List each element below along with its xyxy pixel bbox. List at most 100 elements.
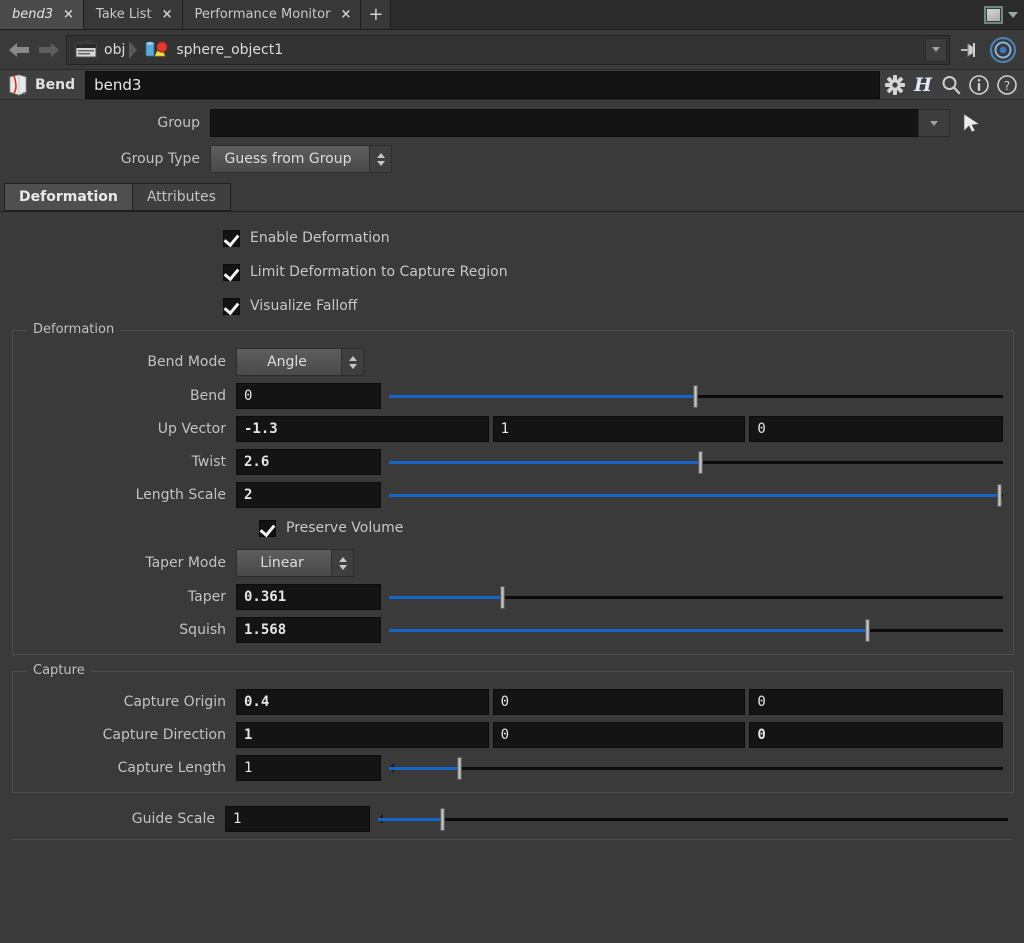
gear-icon[interactable]	[882, 72, 908, 98]
slider-handle[interactable]	[439, 808, 445, 831]
node-path-field[interactable]: obj sphere_object1	[66, 34, 950, 65]
breadcrumb-sphere-object1[interactable]: sphere_object1	[139, 37, 287, 63]
geometry-object-icon	[145, 40, 168, 56]
chevron-up-icon	[348, 355, 357, 361]
up-vector-x-value: -1.3	[244, 421, 278, 437]
group-input[interactable]	[210, 109, 950, 137]
twist-input[interactable]: 2.6	[236, 449, 381, 475]
squish-value: 1.568	[244, 622, 287, 638]
slider-handle[interactable]	[500, 586, 506, 609]
stepper-arrows[interactable]	[341, 349, 363, 375]
search-icon[interactable]	[938, 72, 964, 98]
capture-origin-x-input[interactable]: 0.4	[236, 689, 489, 715]
capture-direction-x-value: 1	[244, 727, 253, 743]
capture-length-input[interactable]: 1	[236, 755, 381, 781]
bend-value: 0	[244, 388, 253, 404]
forward-arrow-icon[interactable]	[36, 37, 62, 63]
help-icon[interactable]: ?	[994, 72, 1020, 98]
slider-handle[interactable]	[456, 757, 462, 780]
taper-mode-value: Linear	[260, 555, 304, 571]
path-dropdown-button[interactable]	[925, 37, 947, 62]
twist-slider[interactable]	[389, 449, 1003, 475]
twist-value: 2.6	[244, 454, 270, 470]
tab-label: Take List	[95, 7, 152, 22]
slider-fill	[378, 818, 443, 821]
capture-direction-y-input[interactable]: 0	[492, 722, 746, 748]
visualize-falloff-checkbox[interactable]	[223, 297, 240, 315]
guide-scale-slider[interactable]	[378, 806, 1008, 832]
capture-origin-y-input[interactable]: 0	[492, 689, 746, 715]
capture-origin-y-value: 0	[500, 694, 510, 710]
capture-length-slider[interactable]	[389, 755, 1003, 781]
capture-direction-label: Capture Direction	[102, 727, 226, 743]
cursor-arrow-icon[interactable]	[956, 112, 986, 134]
param-row-group: Group	[0, 108, 1024, 138]
target-icon[interactable]	[988, 35, 1018, 65]
toggle-row-preserve-volume: Preserve Volume	[23, 514, 1003, 542]
taper-input[interactable]: 0.361	[236, 584, 381, 610]
enable-deformation-checkbox[interactable]	[223, 229, 240, 247]
group-dropdown-button[interactable]	[918, 109, 950, 137]
taper-mode-dropdown[interactable]: Linear	[236, 549, 354, 577]
pin-icon[interactable]	[954, 35, 984, 65]
slider-handle[interactable]	[864, 619, 870, 642]
info-icon[interactable]	[966, 72, 992, 98]
up-vector-y-input[interactable]: 1	[492, 416, 746, 442]
tab-deformation[interactable]: Deformation	[4, 183, 133, 211]
chevron-down-icon	[376, 160, 385, 166]
tab-bend3[interactable]: bend3 ×	[0, 0, 84, 29]
preserve-volume-checkbox[interactable]	[259, 519, 276, 537]
capture-origin-z-input[interactable]: 0	[749, 689, 1003, 715]
length-scale-slider[interactable]	[389, 482, 1003, 508]
chevron-down-icon[interactable]	[1008, 11, 1018, 18]
param-row-taper: Taper 0.361	[23, 583, 1003, 611]
length-scale-input[interactable]: 2	[236, 482, 381, 508]
bottom-divider	[12, 839, 1012, 840]
slider-handle[interactable]	[693, 385, 698, 408]
close-icon[interactable]: ×	[63, 8, 74, 21]
tab-performance-monitor[interactable]: Performance Monitor ×	[182, 0, 362, 29]
capture-direction-y-value: 0	[500, 727, 510, 743]
tab-take-list[interactable]: Take List ×	[83, 0, 183, 29]
capture-direction-x-input[interactable]: 1	[236, 722, 489, 748]
tab-bar-spacer	[391, 0, 978, 29]
toggle-row-enable-deformation: Enable Deformation	[0, 224, 1024, 252]
slider-fill	[389, 494, 1000, 497]
slider-fill	[389, 767, 460, 770]
node-name-input[interactable]: bend3	[85, 70, 880, 99]
group-type-value: Guess from Group	[224, 151, 352, 167]
window-tab-bar: bend3 × Take List × Performance Monitor …	[0, 0, 1024, 30]
bend-input[interactable]: 0	[236, 383, 381, 409]
stepper-arrows[interactable]	[331, 550, 353, 576]
up-vector-z-input[interactable]: 0	[749, 416, 1003, 442]
houdini-help-icon[interactable]: H	[910, 72, 936, 98]
chevron-down-icon	[348, 363, 357, 369]
breadcrumb-obj[interactable]: obj	[69, 37, 129, 63]
up-vector-x-input[interactable]: -1.3	[236, 416, 489, 442]
close-icon[interactable]: ×	[162, 8, 173, 21]
guide-scale-input[interactable]: 1	[225, 806, 370, 832]
slider-handle[interactable]	[697, 451, 703, 474]
capture-group-title: Capture	[27, 663, 91, 678]
group-type-dropdown[interactable]: Guess from Group	[210, 145, 392, 173]
taper-slider[interactable]	[389, 584, 1003, 610]
squish-slider[interactable]	[389, 617, 1003, 643]
tab-attributes[interactable]: Attributes	[131, 183, 231, 211]
capture-length-value: 1	[244, 760, 253, 776]
limit-deformation-label: Limit Deformation to Capture Region	[250, 264, 508, 280]
up-vector-z-value: 0	[757, 421, 766, 437]
stepper-arrows[interactable]	[369, 146, 391, 172]
close-icon[interactable]: ×	[340, 8, 351, 21]
back-arrow-icon[interactable]	[6, 37, 32, 63]
add-tab-button[interactable]: +	[361, 0, 392, 29]
limit-deformation-checkbox[interactable]	[223, 263, 240, 281]
bend-slider[interactable]	[389, 383, 1003, 409]
slider-fill	[389, 629, 868, 632]
squish-input[interactable]: 1.568	[236, 617, 381, 643]
deformation-group-title: Deformation	[27, 322, 121, 337]
slider-handle[interactable]	[996, 484, 1002, 507]
capture-direction-z-input[interactable]: 0	[749, 722, 1003, 748]
window-maximize-icon[interactable]	[984, 5, 1003, 24]
bend-mode-dropdown[interactable]: Angle	[236, 348, 364, 376]
up-vector-label: Up Vector	[157, 421, 226, 437]
